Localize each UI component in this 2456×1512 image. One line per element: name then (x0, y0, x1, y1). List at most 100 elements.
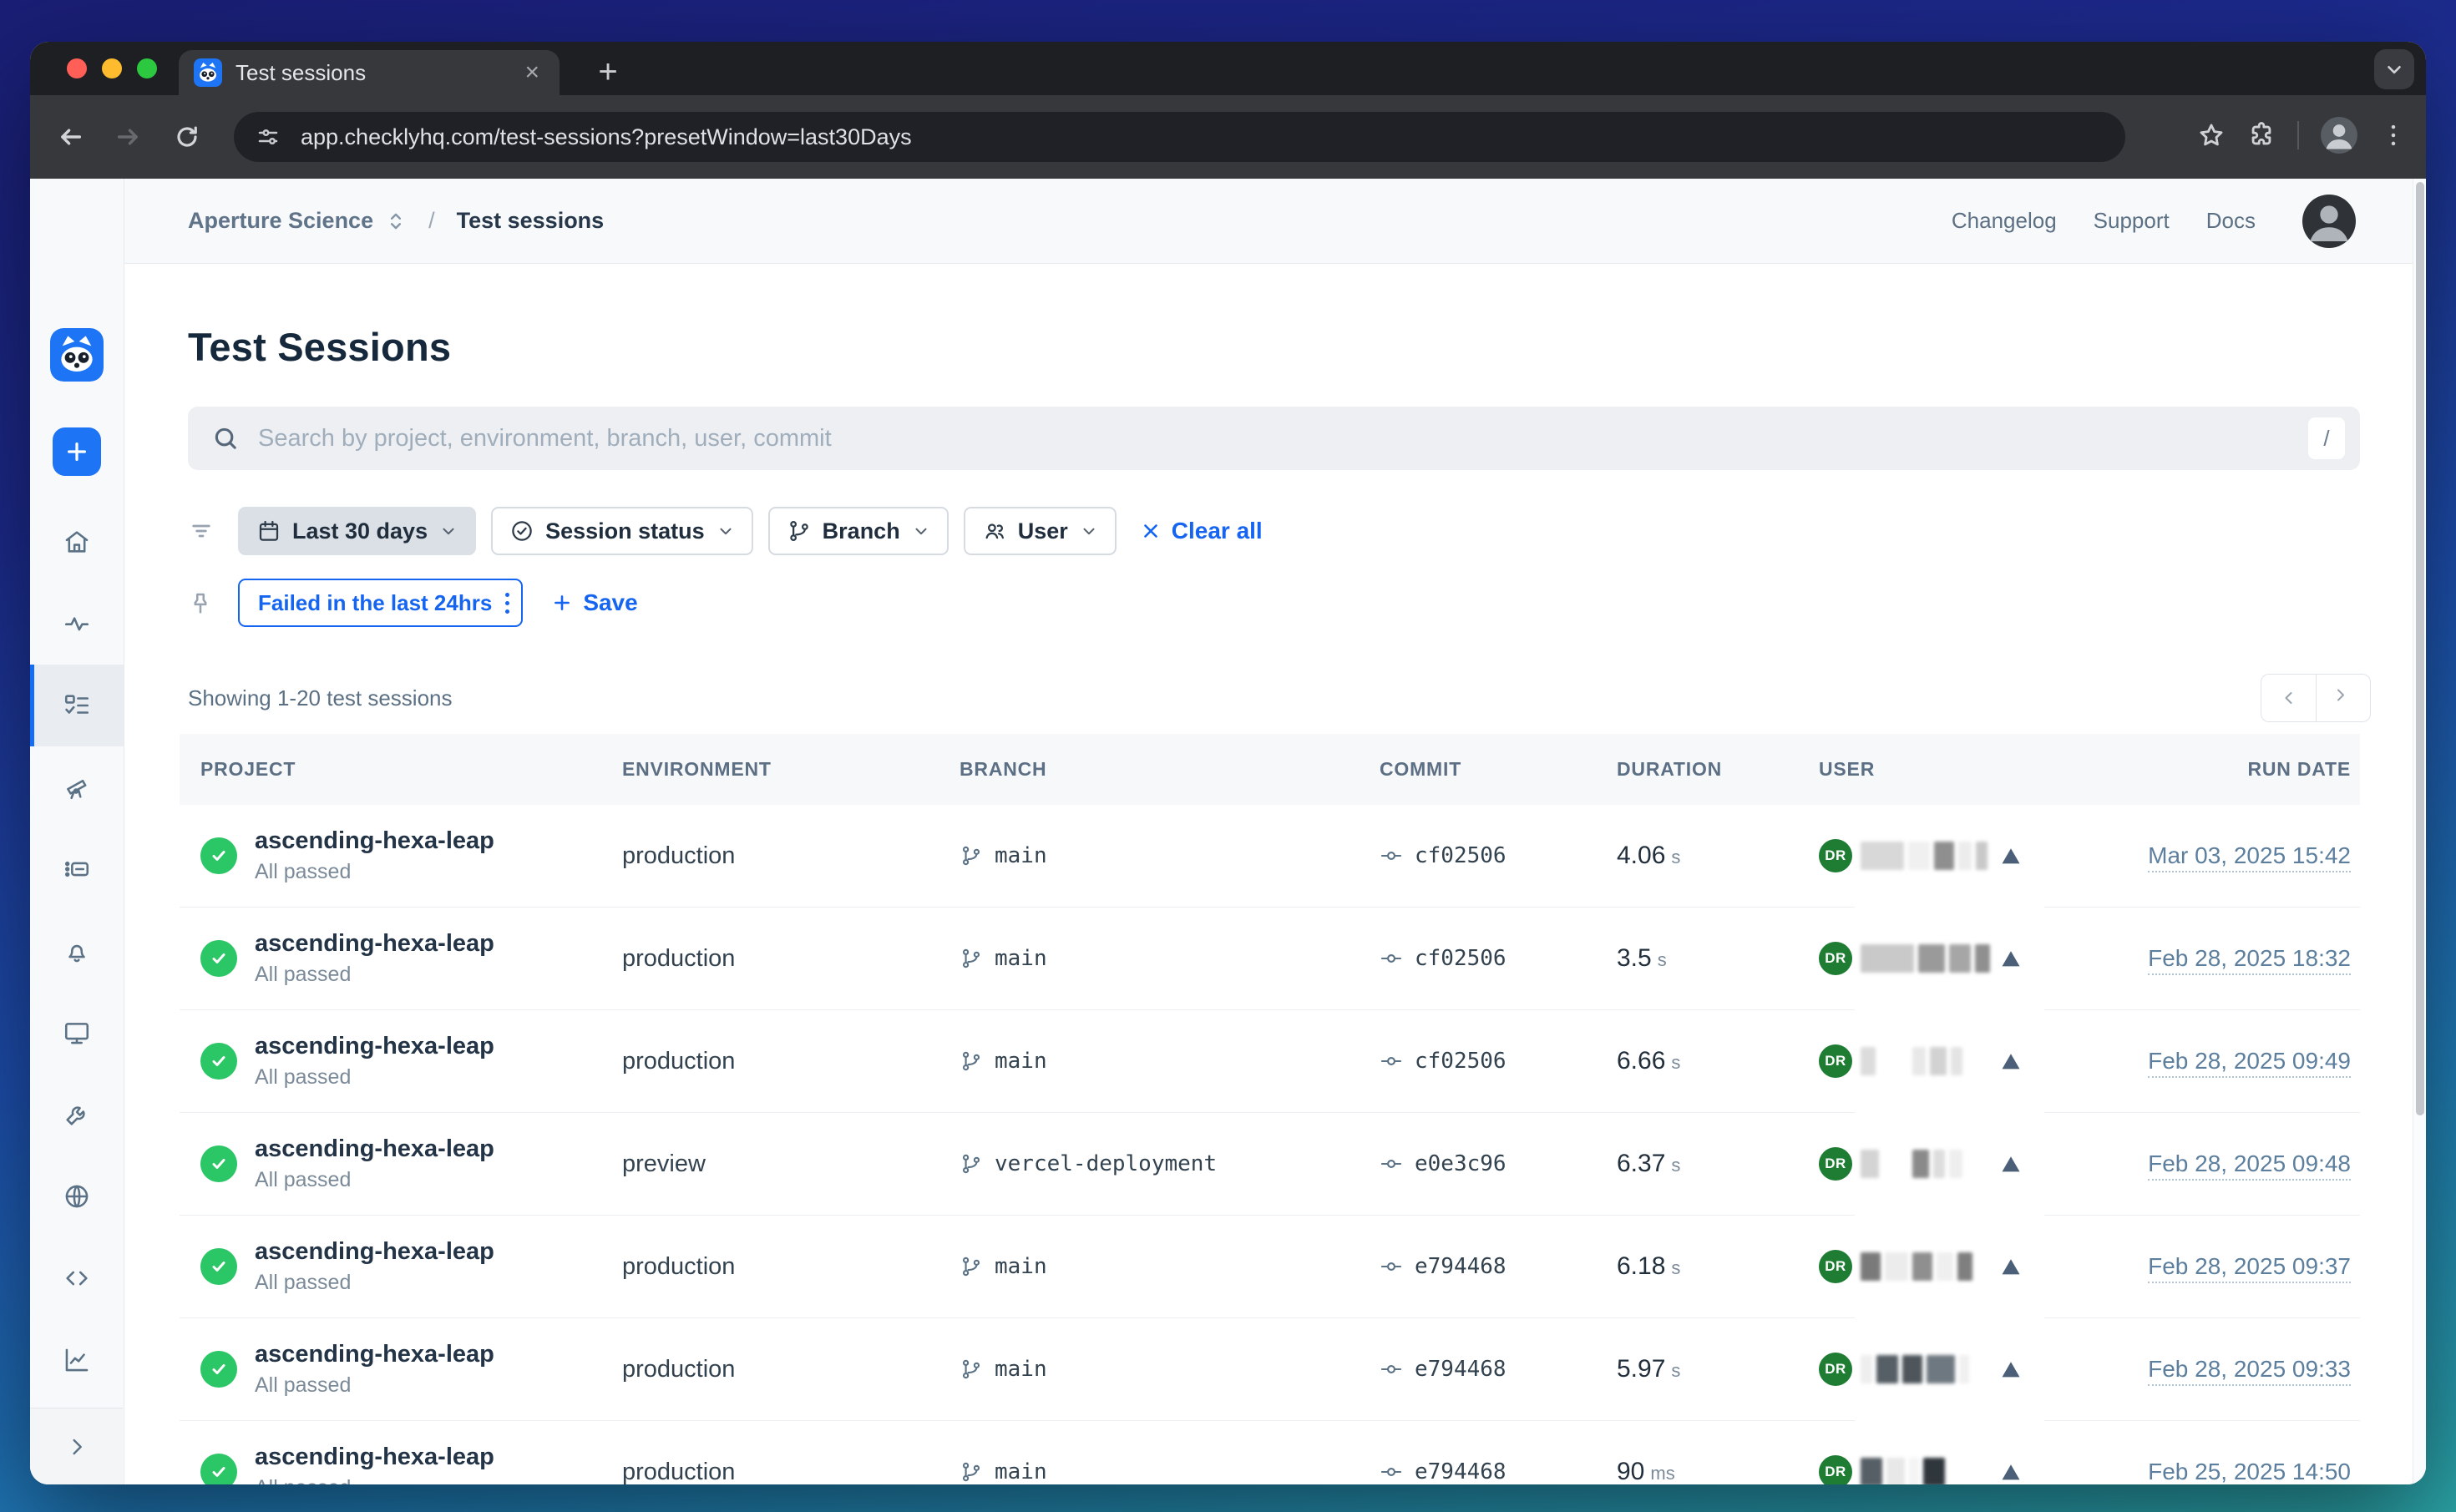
branch-name: main (995, 843, 1047, 868)
project-name[interactable]: ascending-hexa-leap (255, 1033, 494, 1060)
saved-filter-chip[interactable]: Failed in the last 24hrs (238, 579, 523, 627)
sidebar-item-runtimes[interactable] (30, 1237, 124, 1319)
git-branch-icon (787, 518, 812, 544)
session-status: All passed (255, 1373, 494, 1398)
line-chart-icon (63, 1346, 91, 1374)
project-name[interactable]: ascending-hexa-leap (255, 1135, 494, 1163)
browser-window: Test sessions × + app.checklyhq.com/test… (30, 42, 2426, 1484)
browser-tab[interactable]: Test sessions × (179, 50, 560, 95)
date-range-filter[interactable]: Last 30 days (238, 507, 476, 555)
git-commit-icon (1380, 1152, 1403, 1176)
project-name[interactable]: ascending-hexa-leap (255, 1444, 494, 1471)
sidebar-item-analytics[interactable] (30, 1319, 124, 1401)
test-sessions-table: PROJECT ENVIRONMENT BRANCH COMMIT DURATI… (180, 734, 2360, 1484)
commit-hash: e794468 (1415, 1357, 1507, 1382)
column-commit: COMMIT (1380, 758, 1617, 781)
code-icon (63, 1264, 91, 1292)
vercel-icon (1999, 1460, 2023, 1484)
sidebar-item-test-sessions[interactable] (30, 665, 124, 746)
commit-hash: cf02506 (1415, 843, 1507, 868)
status-passed-icon (200, 1043, 237, 1080)
session-status: All passed (255, 1476, 494, 1484)
user-cell: DR (1819, 1455, 2100, 1484)
support-link[interactable]: Support (2094, 208, 2170, 234)
docs-link[interactable]: Docs (2206, 208, 2256, 234)
git-branch-icon (960, 1255, 983, 1278)
clear-all-button[interactable]: Clear all (1140, 518, 1263, 544)
breadcrumb-separator: / (428, 208, 435, 234)
previous-page-button[interactable] (2261, 674, 2316, 722)
sidebar-item-private-locations[interactable] (30, 1155, 124, 1237)
duration: 4.06s (1617, 842, 1819, 870)
next-page-button[interactable] (2316, 674, 2371, 722)
run-date-link[interactable]: Mar 03, 2025 15:42 (2148, 842, 2351, 872)
address-bar[interactable]: app.checklyhq.com/test-sessions?presetWi… (234, 112, 2125, 162)
tab-search-button[interactable] (2374, 49, 2414, 89)
forward-button[interactable] (109, 117, 149, 157)
reload-button[interactable] (167, 117, 207, 157)
sidebar-item-monitoring[interactable] (30, 583, 124, 665)
back-button[interactable] (50, 117, 90, 157)
create-new-button[interactable] (30, 411, 124, 493)
run-date-link[interactable]: Feb 28, 2025 09:48 (2148, 1150, 2351, 1181)
breadcrumb-current: Test sessions (457, 208, 605, 234)
kebab-menu-icon[interactable] (505, 593, 509, 614)
run-date-link[interactable]: Feb 28, 2025 09:33 (2148, 1356, 2351, 1386)
checkly-logo[interactable] (30, 314, 124, 396)
sidebar-item-home[interactable] (30, 501, 124, 583)
session-status: All passed (255, 1065, 494, 1090)
close-window-button[interactable] (67, 58, 87, 78)
run-date-link[interactable]: Feb 28, 2025 09:37 (2148, 1253, 2351, 1283)
user-cell: DR (1819, 1147, 2100, 1181)
calendar-icon (256, 518, 281, 544)
browser-profile-avatar[interactable] (2321, 117, 2357, 154)
git-branch-icon (960, 1358, 983, 1381)
vercel-icon (1999, 947, 2023, 970)
run-date-link[interactable]: Feb 28, 2025 18:32 (2148, 945, 2351, 975)
pin-icon (188, 590, 213, 615)
tab-close-icon[interactable]: × (519, 58, 544, 87)
sidebar-item-maintenance-windows[interactable] (30, 828, 124, 910)
branch-filter[interactable]: Branch (768, 507, 949, 555)
sidebar-item-maintenance[interactable] (30, 1074, 124, 1155)
user-avatar[interactable] (2302, 195, 2356, 248)
minimize-window-button[interactable] (102, 58, 122, 78)
extensions-icon[interactable] (2247, 121, 2276, 149)
maximize-window-button[interactable] (137, 58, 157, 78)
browser-menu-icon[interactable] (2379, 121, 2408, 149)
project-name[interactable]: ascending-hexa-leap (255, 1341, 494, 1368)
duration: 3.5s (1617, 944, 1819, 973)
scrollbar-thumb[interactable] (2416, 182, 2424, 1115)
new-tab-button[interactable]: + (588, 52, 628, 92)
user-avatar-initials: DR (1819, 1353, 1852, 1386)
breadcrumb-account[interactable]: Aperture Science (188, 208, 373, 234)
session-status-filter[interactable]: Session status (491, 507, 753, 555)
redacted-user-name (1861, 1458, 1994, 1484)
run-date-link[interactable]: Feb 28, 2025 09:49 (2148, 1048, 2351, 1078)
site-settings-icon[interactable] (256, 124, 281, 149)
git-branch-icon (960, 947, 983, 970)
project-name[interactable]: ascending-hexa-leap (255, 1238, 494, 1266)
project-name[interactable]: ascending-hexa-leap (255, 930, 494, 958)
project-name[interactable]: ascending-hexa-leap (255, 827, 494, 855)
user-cell: DR (1819, 942, 2100, 975)
check-circle-icon (509, 518, 534, 544)
changelog-link[interactable]: Changelog (1952, 208, 2057, 234)
account-switcher-icon[interactable] (385, 210, 407, 232)
column-duration: DURATION (1617, 758, 1819, 781)
sidebar-item-dashboards[interactable] (30, 992, 124, 1074)
checkly-favicon-icon (194, 58, 222, 87)
user-filter[interactable]: User (964, 507, 1117, 555)
sidebar-item-alerts[interactable] (30, 910, 124, 992)
search-bar[interactable]: / (188, 407, 2360, 470)
branch-name: main (995, 1049, 1047, 1074)
sidebar-expand-button[interactable] (30, 1408, 123, 1484)
search-input[interactable] (258, 425, 2293, 453)
run-date-link[interactable]: Feb 25, 2025 14:50 (2148, 1459, 2351, 1484)
bookmark-star-icon[interactable] (2197, 121, 2226, 149)
commit-hash: cf02506 (1415, 1049, 1507, 1074)
save-filter-button[interactable]: Save (551, 589, 637, 616)
sidebar-item-explore[interactable] (30, 746, 124, 828)
git-commit-icon (1380, 947, 1403, 970)
page-scrollbar[interactable] (2413, 179, 2426, 1484)
